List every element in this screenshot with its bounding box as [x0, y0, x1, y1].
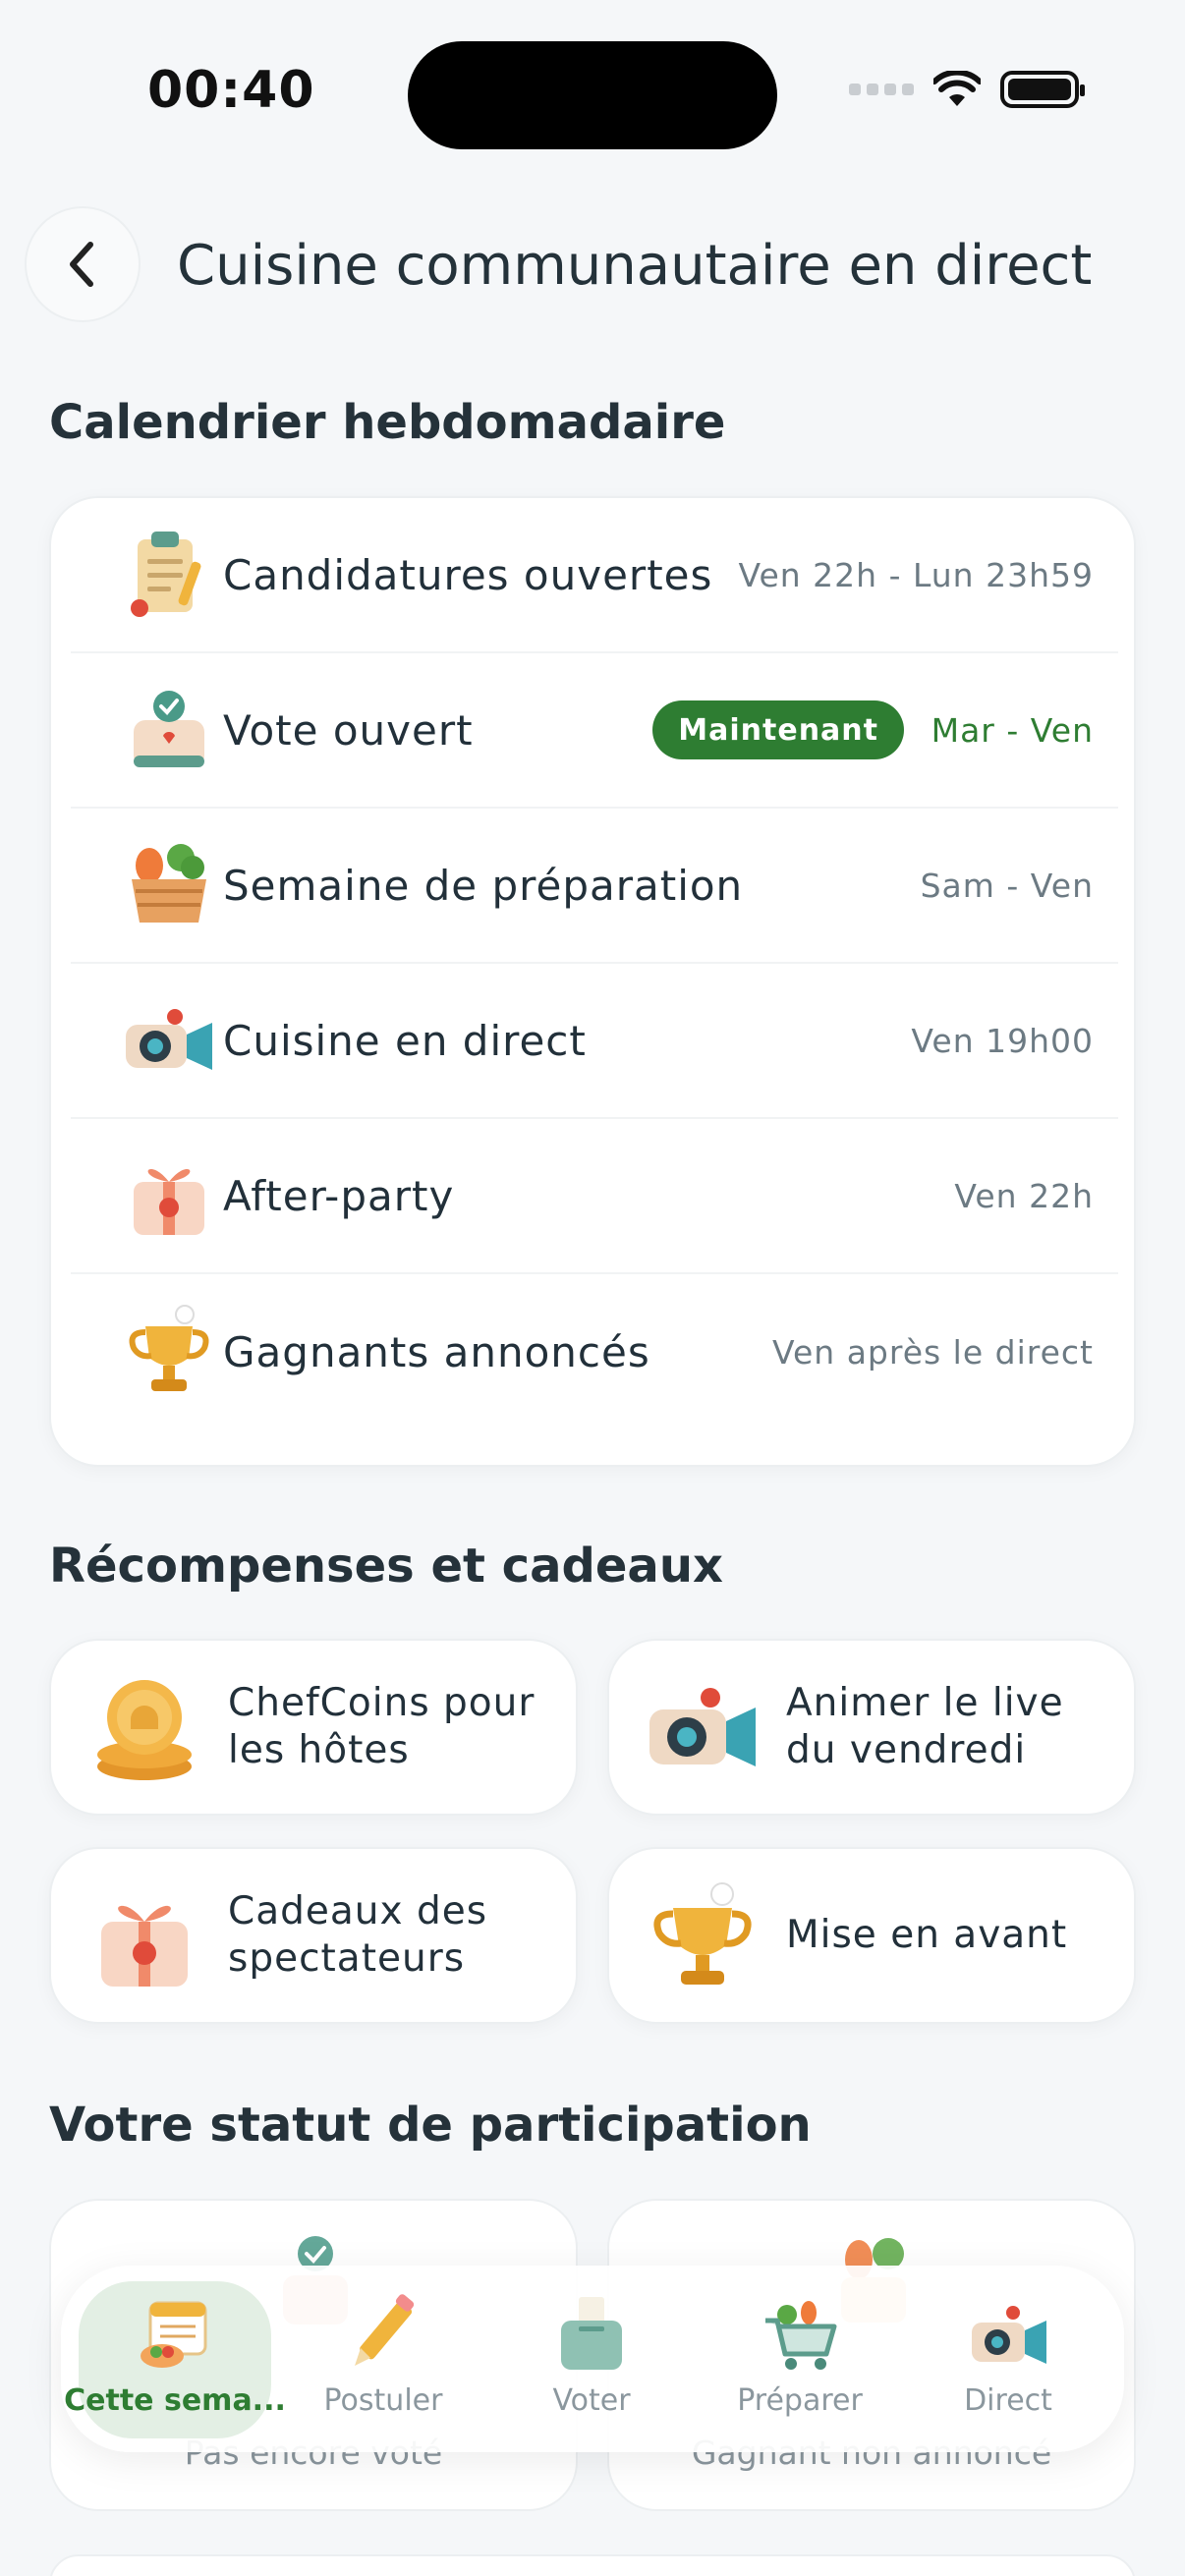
- camera-icon: [126, 1009, 212, 1070]
- rewards-section-title: Récompenses et cadeaux: [49, 1539, 723, 1594]
- calendar-icon: [141, 2301, 207, 2368]
- coins-icon: [97, 1680, 192, 1780]
- page-title: Cuisine communautaire en direct: [177, 234, 1093, 298]
- reward-label: ChefCoins pour les hôtes: [228, 1681, 536, 1772]
- now-badge: Maintenant: [652, 700, 904, 759]
- battery-icon: [1000, 71, 1085, 108]
- vegetable-basket-icon: [132, 844, 206, 923]
- camera-icon: [972, 2306, 1046, 2364]
- back-button[interactable]: [25, 206, 141, 322]
- tab-prepare[interactable]: Préparer: [704, 2281, 896, 2438]
- next-card: [49, 2554, 1136, 2576]
- schedule-row-applications: Candidatures ouvertes Ven 22h - Lun 23h5…: [71, 498, 1118, 653]
- schedule-row-winners: Gagnants annoncés Ven après le direct: [71, 1274, 1118, 1429]
- schedule-row-live: Cuisine en direct Ven 19h00: [71, 964, 1118, 1119]
- weekly-schedule-card: Candidatures ouvertes Ven 22h - Lun 23h5…: [49, 496, 1136, 1467]
- reward-label: Cadeaux des spectateurs: [228, 1889, 488, 1981]
- schedule-label: Semaine de préparation: [223, 861, 744, 910]
- schedule-label: Gagnants annoncés: [223, 1327, 650, 1376]
- chevron-left-icon: [70, 242, 93, 287]
- reward-card-host-live[interactable]: Animer le live du vendredi: [607, 1639, 1136, 1816]
- ballot-box-icon: [134, 691, 204, 767]
- tab-apply[interactable]: Postuler: [287, 2281, 480, 2438]
- schedule-row-prep: Semaine de préparation Sam - Ven: [71, 809, 1118, 964]
- schedule-time: Mar - Ven: [931, 710, 1094, 750]
- tab-label: Postuler: [323, 2383, 443, 2418]
- reward-label: Mise en avant: [786, 1913, 1068, 1957]
- tab-vote[interactable]: Voter: [495, 2281, 688, 2438]
- wifi-icon: [933, 71, 981, 106]
- trophy-icon: [653, 1882, 752, 1985]
- screen: 00:40 Cuisine communautaire en direct Ca…: [0, 0, 1185, 2576]
- reward-card-featured[interactable]: Mise en avant: [607, 1847, 1136, 2024]
- shopping-cart-icon: [765, 2301, 837, 2370]
- status-icons: [849, 71, 1085, 108]
- reward-card-gifts[interactable]: Cadeaux des spectateurs: [49, 1847, 578, 2024]
- dynamic-island: [408, 41, 777, 149]
- trophy-icon: [129, 1305, 209, 1391]
- tab-label: Préparer: [737, 2383, 863, 2418]
- tab-label: Direct: [964, 2383, 1052, 2418]
- reward-label: Animer le live du vendredi: [786, 1681, 1064, 1772]
- cellular-signal-icon: [849, 84, 914, 95]
- gift-icon: [101, 1905, 188, 1987]
- schedule-label: Candidatures ouvertes: [223, 550, 713, 599]
- participation-section-title: Votre statut de participation: [49, 2098, 812, 2153]
- gift-icon: [134, 1168, 204, 1235]
- ballot-box-icon: [561, 2297, 622, 2370]
- schedule-time: Sam - Ven: [920, 866, 1094, 905]
- schedule-row-vote: Vote ouvert Maintenant Mar - Ven: [71, 653, 1118, 809]
- tab-this-week[interactable]: Cette sema...: [64, 2281, 286, 2438]
- clipboard-icon: [131, 532, 201, 617]
- schedule-time: Ven 22h - Lun 23h59: [738, 555, 1094, 594]
- tab-label: Voter: [552, 2383, 631, 2418]
- schedule-section-title: Calendrier hebdomadaire: [49, 395, 726, 450]
- bottom-tab-bar: Cette sema... Postuler Voter Préparer Di…: [61, 2266, 1124, 2452]
- schedule-row-afterparty: After-party Ven 22h: [71, 1119, 1118, 1274]
- reward-card-chefcoins[interactable]: ChefCoins pour les hôtes: [49, 1639, 578, 1816]
- pencil-icon: [355, 2294, 415, 2366]
- tab-live[interactable]: Direct: [912, 2281, 1104, 2438]
- schedule-time: Ven après le direct: [771, 1332, 1094, 1372]
- schedule-label: After-party: [223, 1171, 455, 1220]
- schedule-label: Vote ouvert: [223, 705, 474, 755]
- tab-label: Cette sema...: [64, 2383, 286, 2418]
- schedule-time: Ven 19h00: [911, 1021, 1094, 1060]
- status-time: 00:40: [147, 61, 315, 120]
- camera-icon: [649, 1688, 756, 1766]
- schedule-label: Cuisine en direct: [223, 1016, 587, 1065]
- schedule-time: Ven 22h: [954, 1176, 1094, 1215]
